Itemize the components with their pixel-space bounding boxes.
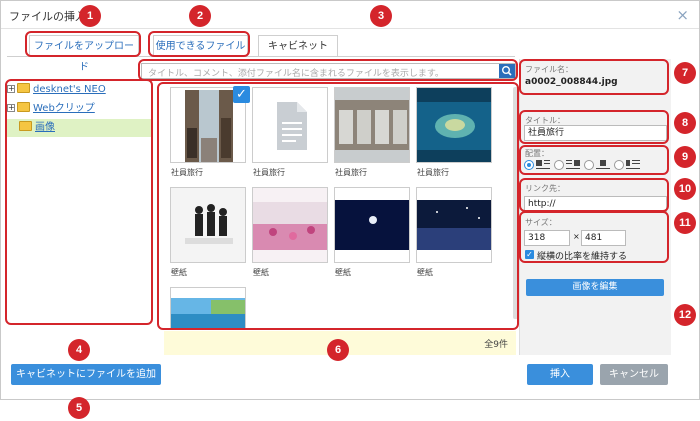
cancel-button[interactable]: キャンセル (600, 364, 668, 385)
file-thumb-7[interactable] (334, 187, 410, 263)
photo-nightsky-image (417, 188, 491, 262)
align-left-radio[interactable] (524, 160, 534, 170)
file-caption: 社員旅行 (171, 168, 203, 177)
close-icon[interactable]: × (676, 6, 689, 24)
search-placeholder: タイトル、コメント、添付ファイル名に含まれるファイルを表示します。 (148, 69, 444, 79)
search-icon[interactable] (499, 64, 515, 78)
pane-splitter[interactable] (157, 221, 159, 235)
tree-item-label[interactable]: desknet's NEO (33, 84, 106, 95)
details-panel: ファイル名： a0002_008844.jpg タイトル： 社員旅行 配置： リ… (519, 59, 671, 355)
folder-tree: + desknet's NEO + Webクリップ 画像 (7, 81, 153, 325)
file-thumb-9[interactable] (170, 287, 246, 329)
size-separator: × (573, 232, 580, 241)
filename-label: ファイル名： (525, 65, 573, 74)
photo-tanks-image (335, 88, 409, 162)
expand-icon[interactable]: + (7, 85, 15, 93)
grid-scrollbar[interactable] (513, 87, 518, 319)
file-caption: 社員旅行 (253, 168, 285, 177)
callout-badge-11: 11 (674, 212, 696, 234)
tab-available-files[interactable]: 使用できるファイル (153, 35, 248, 57)
file-count: 全9件 (484, 340, 508, 350)
tree-item-desknets-neo[interactable]: + desknet's NEO (7, 81, 106, 99)
callout-badge-1: 1 (79, 5, 101, 27)
file-thumb-4[interactable] (416, 87, 492, 163)
add-to-cabinet-button[interactable]: キャビネットにファイルを追加 (11, 364, 161, 385)
callout-badge-5: 5 (68, 397, 90, 419)
file-thumb-3[interactable] (334, 87, 410, 163)
file-grid: ✓ 社員旅行 社員旅行 社員旅行 社員旅行 壁紙 壁紙 壁紙 壁紙 (161, 83, 517, 329)
callout-badge-7: 7 (674, 62, 696, 84)
callout-badge-8: 8 (674, 112, 696, 134)
tab-divider (7, 56, 515, 57)
dialog-titlebar: ファイルの挿入 × (1, 1, 699, 29)
file-caption: 社員旅行 (417, 168, 449, 177)
tree-item-label[interactable]: Webクリップ (33, 103, 95, 114)
callout-badge-2: 2 (189, 5, 211, 27)
folder-icon (17, 102, 30, 112)
link-input[interactable]: http:// (524, 196, 667, 212)
file-thumb-5[interactable] (170, 187, 246, 263)
align-label: 配置： (525, 149, 549, 158)
callout-badge-9: 9 (674, 146, 696, 168)
callout-badge-3: 3 (370, 5, 392, 27)
filename-value: a0002_008844.jpg (525, 77, 618, 87)
file-thumb-2[interactable] (252, 87, 328, 163)
align-right-icon (566, 160, 580, 170)
folder-icon (17, 83, 30, 93)
document-icon (277, 102, 307, 150)
tab-cabinet[interactable]: キャビネット (258, 35, 338, 57)
keep-ratio-label: 縦横の比率を維持する (537, 252, 628, 262)
callout-badge-10: 10 (674, 178, 696, 200)
width-input[interactable]: 318 (524, 230, 570, 246)
keep-ratio-checkbox[interactable]: ✓ (525, 250, 534, 259)
size-label: サイズ： (525, 218, 557, 227)
file-caption: 壁紙 (335, 268, 351, 277)
photo-people-image (171, 188, 245, 262)
align-none-radio[interactable] (614, 160, 624, 170)
align-center-radio[interactable] (584, 160, 594, 170)
callout-badge-6: 6 (327, 339, 349, 361)
tab-upload-file[interactable]: ファイルをアップロード (29, 35, 139, 73)
file-caption: 壁紙 (417, 268, 433, 277)
file-thumb-8[interactable] (416, 187, 492, 263)
edit-image-button[interactable]: 画像を編集 (526, 279, 664, 296)
tree-item-label[interactable]: 画像 (35, 122, 55, 133)
tree-item-images[interactable]: 画像 (7, 119, 151, 137)
align-right-radio[interactable] (554, 160, 564, 170)
callout-badge-12: 12 (674, 304, 696, 326)
photo-island-image (417, 88, 491, 162)
photo-flowers-image (253, 188, 327, 262)
insert-button[interactable]: 挿入 (527, 364, 593, 385)
callout-badge-4: 4 (68, 339, 90, 361)
align-center-icon (596, 160, 610, 170)
title-input[interactable]: 社員旅行 (524, 125, 667, 141)
insert-file-dialog: ファイルの挿入 × ファイルをアップロード 使用できるファイル キャビネット タ… (0, 0, 700, 400)
search-input[interactable]: タイトル、コメント、添付ファイル名に含まれるファイルを表示します。 (141, 63, 516, 79)
file-caption: 社員旅行 (335, 168, 367, 177)
photo-beach-image (171, 288, 245, 328)
link-label: リンク先： (525, 184, 565, 193)
height-input[interactable]: 481 (581, 230, 626, 246)
folder-icon (19, 121, 32, 131)
file-caption: 壁紙 (253, 268, 269, 277)
selected-check-icon[interactable]: ✓ (233, 86, 250, 103)
photo-moon-image (335, 188, 409, 262)
align-none-icon (626, 160, 640, 170)
file-thumb-6[interactable] (252, 187, 328, 263)
expand-icon[interactable]: + (7, 104, 15, 112)
align-left-icon (536, 160, 550, 170)
dialog-title: ファイルの挿入 (9, 10, 86, 23)
tree-item-webclip[interactable]: + Webクリップ (7, 100, 95, 118)
file-caption: 壁紙 (171, 268, 187, 277)
